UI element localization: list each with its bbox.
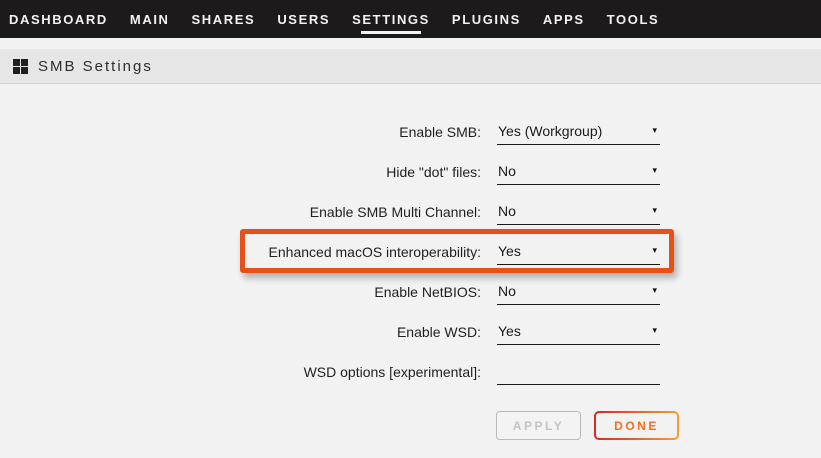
enable-smb-label: Enable SMB: [0,124,481,139]
macos-interoperability-label: Enhanced macOS interoperability: [0,244,481,259]
windows-icon [13,59,28,74]
chevron-down-icon: ▾ [652,325,657,336]
enable-netbios-label: Enable NetBIOS: [0,284,481,299]
wsd-options-label: WSD options [experimental]: [0,364,481,379]
enable-wsd-label: Enable WSD: [0,324,481,339]
form-row-smb-multi-channel: Enable SMB Multi Channel: No ▾ [0,191,821,231]
hide-dot-files-select[interactable]: No ▾ [497,157,660,185]
nav-item-tools[interactable]: TOOLS [606,0,661,38]
hide-dot-files-value: No [498,163,516,179]
enable-wsd-value: Yes [498,323,521,339]
enable-wsd-control: Yes ▾ [497,311,660,351]
enable-netbios-select[interactable]: No ▾ [497,277,660,305]
chevron-down-icon: ▾ [652,245,657,256]
form-row-hide-dot-files: Hide "dot" files: No ▾ [0,151,821,191]
nav-item-main[interactable]: MAIN [129,0,171,38]
enable-smb-control: Yes (Workgroup) ▾ [497,111,660,151]
nav-item-plugins[interactable]: PLUGINS [451,0,522,38]
smb-multi-channel-control: No ▾ [497,191,660,231]
nav-item-shares[interactable]: SHARES [191,0,257,38]
macos-interoperability-value: Yes [498,243,521,259]
done-button[interactable]: DONE [596,413,677,438]
smb-multi-channel-label: Enable SMB Multi Channel: [0,204,481,219]
enable-netbios-value: No [498,283,516,299]
macos-interoperability-control: Yes ▾ [497,231,660,271]
enable-smb-value: Yes (Workgroup) [498,123,602,139]
smb-multi-channel-select[interactable]: No ▾ [497,197,660,225]
smb-multi-channel-value: No [498,203,516,219]
hide-dot-files-control: No ▾ [497,151,660,191]
chevron-down-icon: ▾ [652,165,657,176]
form-row-wsd-options: WSD options [experimental]: [0,351,821,391]
form-actions: APPLY DONE [496,411,679,440]
page-title: SMB Settings [38,58,153,75]
enable-wsd-select[interactable]: Yes ▾ [497,317,660,345]
enable-netbios-control: No ▾ [497,271,660,311]
top-navbar: DASHBOARD MAIN SHARES USERS SETTINGS PLU… [0,0,821,38]
form-row-enable-smb: Enable SMB: Yes (Workgroup) ▾ [0,111,821,151]
nav-item-settings[interactable]: SETTINGS [351,0,431,38]
nav-item-users[interactable]: USERS [276,0,331,38]
form-row-enable-netbios: Enable NetBIOS: No ▾ [0,271,821,311]
macos-interoperability-select[interactable]: Yes ▾ [497,237,660,265]
chevron-down-icon: ▾ [652,285,657,296]
smb-settings-form: Enable SMB: Yes (Workgroup) ▾ Hide "dot"… [0,111,821,391]
wsd-options-control [497,351,660,391]
nav-item-apps[interactable]: APPS [542,0,586,38]
chevron-down-icon: ▾ [652,205,657,216]
form-row-enable-wsd: Enable WSD: Yes ▾ [0,311,821,351]
section-header: SMB Settings [0,49,821,84]
done-button-border: DONE [594,411,679,440]
wsd-options-input[interactable] [497,357,660,385]
nav-item-dashboard[interactable]: DASHBOARD [8,0,109,38]
form-row-macos-interoperability: Enhanced macOS interoperability: Yes ▾ [0,231,821,271]
hide-dot-files-label: Hide "dot" files: [0,164,481,179]
apply-button[interactable]: APPLY [496,411,581,440]
enable-smb-select[interactable]: Yes (Workgroup) ▾ [497,117,660,145]
chevron-down-icon: ▾ [652,125,657,136]
